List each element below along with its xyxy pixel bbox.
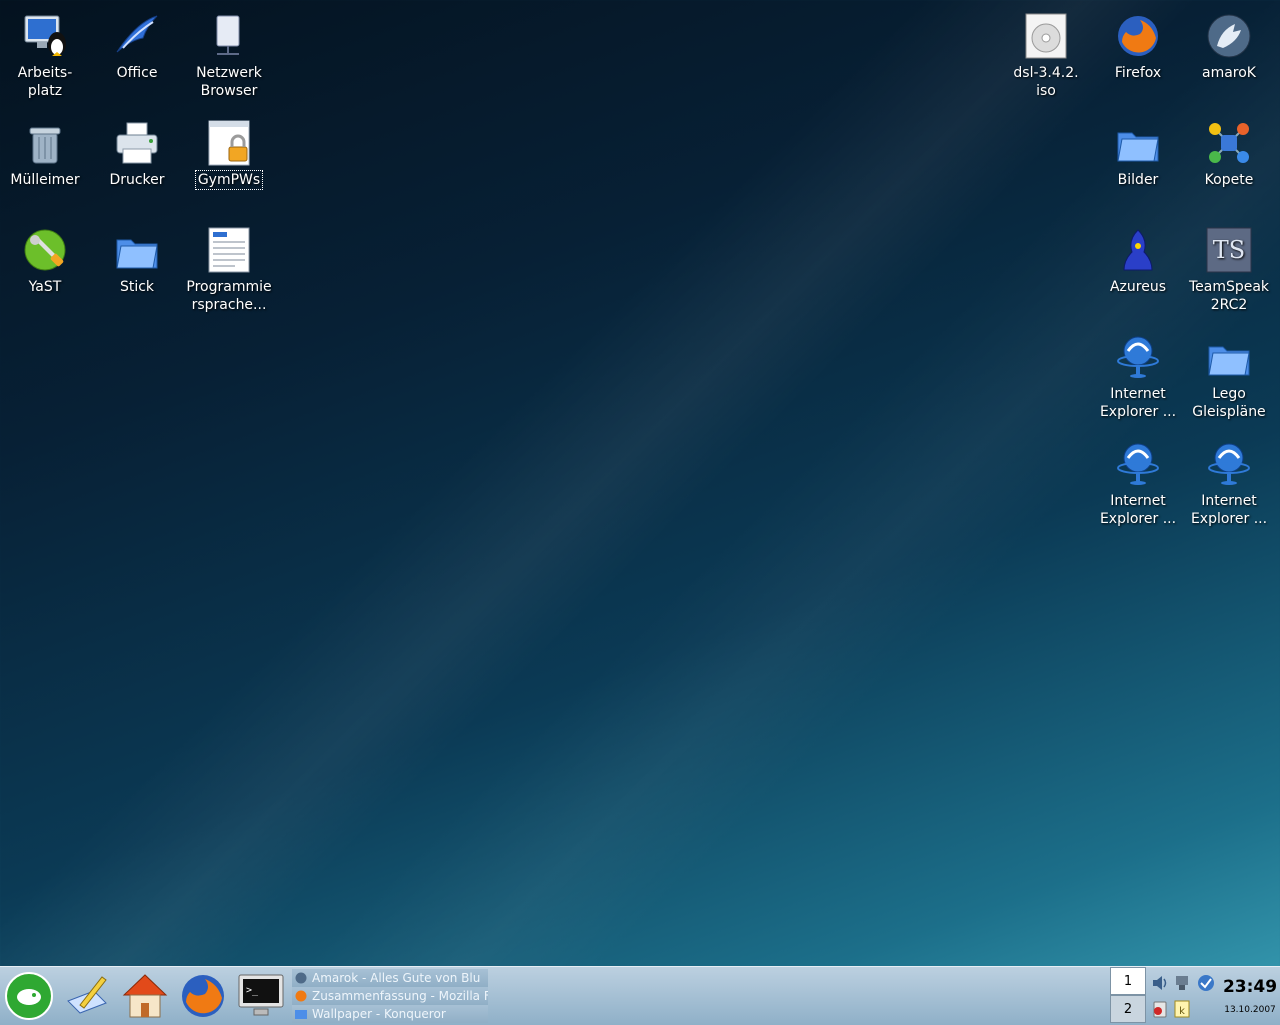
desktop-icon-firefox[interactable]: Firefox — [1093, 2, 1183, 82]
office-icon — [116, 15, 158, 53]
desktop-icon-teamspeak[interactable]: TS TeamSpeak 2RC2 — [1184, 216, 1274, 314]
desktop-icon-amarok[interactable]: amaroK — [1184, 2, 1274, 82]
folder-icon — [116, 239, 158, 269]
task-label: Amarok - Alles Gute von Blu — [312, 971, 481, 985]
desktop-icon-label: Mülleimer — [10, 172, 80, 188]
task-item-amarok[interactable]: Amarok - Alles Gute von Blu — [292, 969, 488, 987]
locked-file-icon — [208, 120, 250, 166]
update-icon[interactable] — [1196, 973, 1216, 993]
folder-icon — [1117, 132, 1159, 162]
desktop-icon-yast[interactable]: YaST — [0, 216, 90, 296]
klipper-icon[interactable] — [1150, 999, 1170, 1019]
volume-icon[interactable] — [1150, 973, 1170, 993]
desktop-icon-label: Netzwerk Browser — [196, 65, 262, 99]
desktop-icon-internet-explorer-3[interactable]: Internet Explorer ... — [1184, 430, 1274, 528]
desktop-icon-label: Internet Explorer ... — [1099, 493, 1177, 527]
clock-time: 23:49 — [1222, 977, 1278, 997]
terminal-icon: >_ — [238, 974, 284, 1016]
desktop-icon-label: TeamSpeak 2RC2 — [1188, 279, 1270, 313]
desktop-icon-lego-gleisplaene[interactable]: Lego Gleispläne — [1184, 323, 1274, 421]
ie-icon — [1208, 443, 1250, 485]
printer-icon — [116, 122, 158, 164]
desktop-icon-office[interactable]: Office — [92, 2, 182, 82]
desktop-icon-dsl-iso[interactable]: dsl-3.4.2. iso — [1001, 2, 1091, 100]
task-item-konqueror[interactable]: Wallpaper - Konqueror — [292, 1005, 488, 1023]
svg-text:k: k — [1179, 1006, 1185, 1017]
desktop-icon-label: Azureus — [1109, 279, 1167, 295]
svg-text:TS: TS — [1213, 236, 1245, 264]
desktop-icon-label: Lego Gleispläne — [1192, 386, 1266, 420]
ie-icon — [1117, 336, 1159, 378]
desktop-icon-label: dsl-3.4.2. iso — [1013, 65, 1079, 99]
desktop-icon-label: Stick — [119, 279, 155, 295]
amarok-icon — [1207, 14, 1251, 58]
desktop-icon-label: YaST — [28, 279, 62, 295]
task-label: Zusammenfassung - Mozilla F — [312, 989, 488, 1003]
teamspeak-icon: TS — [1206, 227, 1252, 273]
desktop-icon-azureus[interactable]: Azureus — [1093, 216, 1183, 296]
suse-menu-icon — [5, 972, 53, 1020]
kwrite-launcher[interactable] — [62, 971, 112, 1021]
desktop-icon-label: Arbeits-platz — [17, 65, 73, 99]
desktop-icon-label: Drucker — [109, 172, 165, 188]
desktop-icon-label: Internet Explorer ... — [1190, 493, 1268, 527]
desktop-icon-bilder[interactable]: Bilder — [1093, 109, 1183, 189]
firefox-icon — [294, 989, 308, 1002]
clock-date: 13.10.2007 — [1224, 1005, 1276, 1015]
desktop-icon-internet-explorer-1[interactable]: Internet Explorer ... — [1093, 323, 1183, 421]
desktop-icon-stick[interactable]: Stick — [92, 216, 182, 296]
svg-text:>_: >_ — [246, 985, 259, 996]
desktop-icon-label: Kopete — [1204, 172, 1254, 188]
desktop-icon-drucker[interactable]: Drucker — [92, 109, 182, 189]
firefox-icon — [182, 975, 224, 1017]
knotes-icon[interactable]: k — [1172, 999, 1192, 1019]
desktop-icon-label: Bilder — [1117, 172, 1159, 188]
ie-icon — [1117, 443, 1159, 485]
task-item-mozilla[interactable]: Zusammenfassung - Mozilla F — [292, 987, 488, 1005]
desktop-icon-netzwerk-browser[interactable]: Netzwerk Browser — [184, 2, 274, 100]
home-icon — [122, 974, 168, 1018]
desktop: Arbeits-platz Mülleimer YaST Office Druc… — [0, 0, 1280, 966]
suse-menu-button[interactable] — [4, 971, 54, 1021]
terminal-launcher[interactable]: >_ — [236, 971, 286, 1021]
desktop-pager: 1 2 — [1110, 967, 1146, 1025]
azureus-icon — [1123, 229, 1153, 271]
pager-desktop-2[interactable]: 2 — [1110, 995, 1146, 1023]
home-launcher[interactable] — [120, 971, 170, 1021]
desktop-icon-muelleimer[interactable]: Mülleimer — [0, 109, 90, 189]
network-tray-icon[interactable] — [1172, 973, 1192, 993]
kopete-icon — [1209, 123, 1249, 163]
pager-desktop-1[interactable]: 1 — [1110, 967, 1146, 995]
network-icon — [216, 15, 240, 55]
firefox-launcher[interactable] — [178, 971, 228, 1021]
desktop-icon-programmiersprache[interactable]: Programmie rsprache... — [184, 216, 274, 314]
disc-image-icon — [1025, 13, 1067, 59]
task-label: Wallpaper - Konqueror — [312, 1007, 446, 1021]
amarok-icon — [294, 971, 308, 984]
folder-icon — [294, 1007, 308, 1019]
desktop-icon-internet-explorer-2[interactable]: Internet Explorer ... — [1093, 430, 1183, 528]
computer-icon — [24, 15, 66, 56]
trash-icon — [29, 127, 61, 164]
desktop-icon-label: GymPWs — [194, 170, 264, 190]
desktop-icon-arbeitsplatz[interactable]: Arbeits-platz — [0, 2, 90, 100]
yast-icon — [24, 229, 66, 271]
folder-icon — [1208, 346, 1250, 376]
firefox-icon — [1118, 16, 1158, 56]
document-icon — [208, 227, 250, 273]
kwrite-icon — [67, 976, 107, 1014]
system-tray: k — [1148, 971, 1220, 1023]
desktop-icon-label: Internet Explorer ... — [1099, 386, 1177, 420]
desktop-icon-label: Programmie rsprache... — [186, 279, 272, 313]
task-list: Amarok - Alles Gute von Blu Zusammenfass… — [292, 969, 488, 1023]
desktop-icon-gympws[interactable]: GymPWs — [184, 109, 274, 190]
desktop-icon-label: Office — [116, 65, 158, 81]
desktop-icon-label: Firefox — [1114, 65, 1162, 81]
taskbar: >_ Amarok - Alles Gute von Blu Zusammenf… — [0, 966, 1280, 1025]
desktop-icon-kopete[interactable]: Kopete — [1184, 109, 1274, 189]
clock[interactable]: 23:49 13.10.2007 — [1220, 977, 1280, 1015]
desktop-icon-label: amaroK — [1202, 65, 1256, 81]
